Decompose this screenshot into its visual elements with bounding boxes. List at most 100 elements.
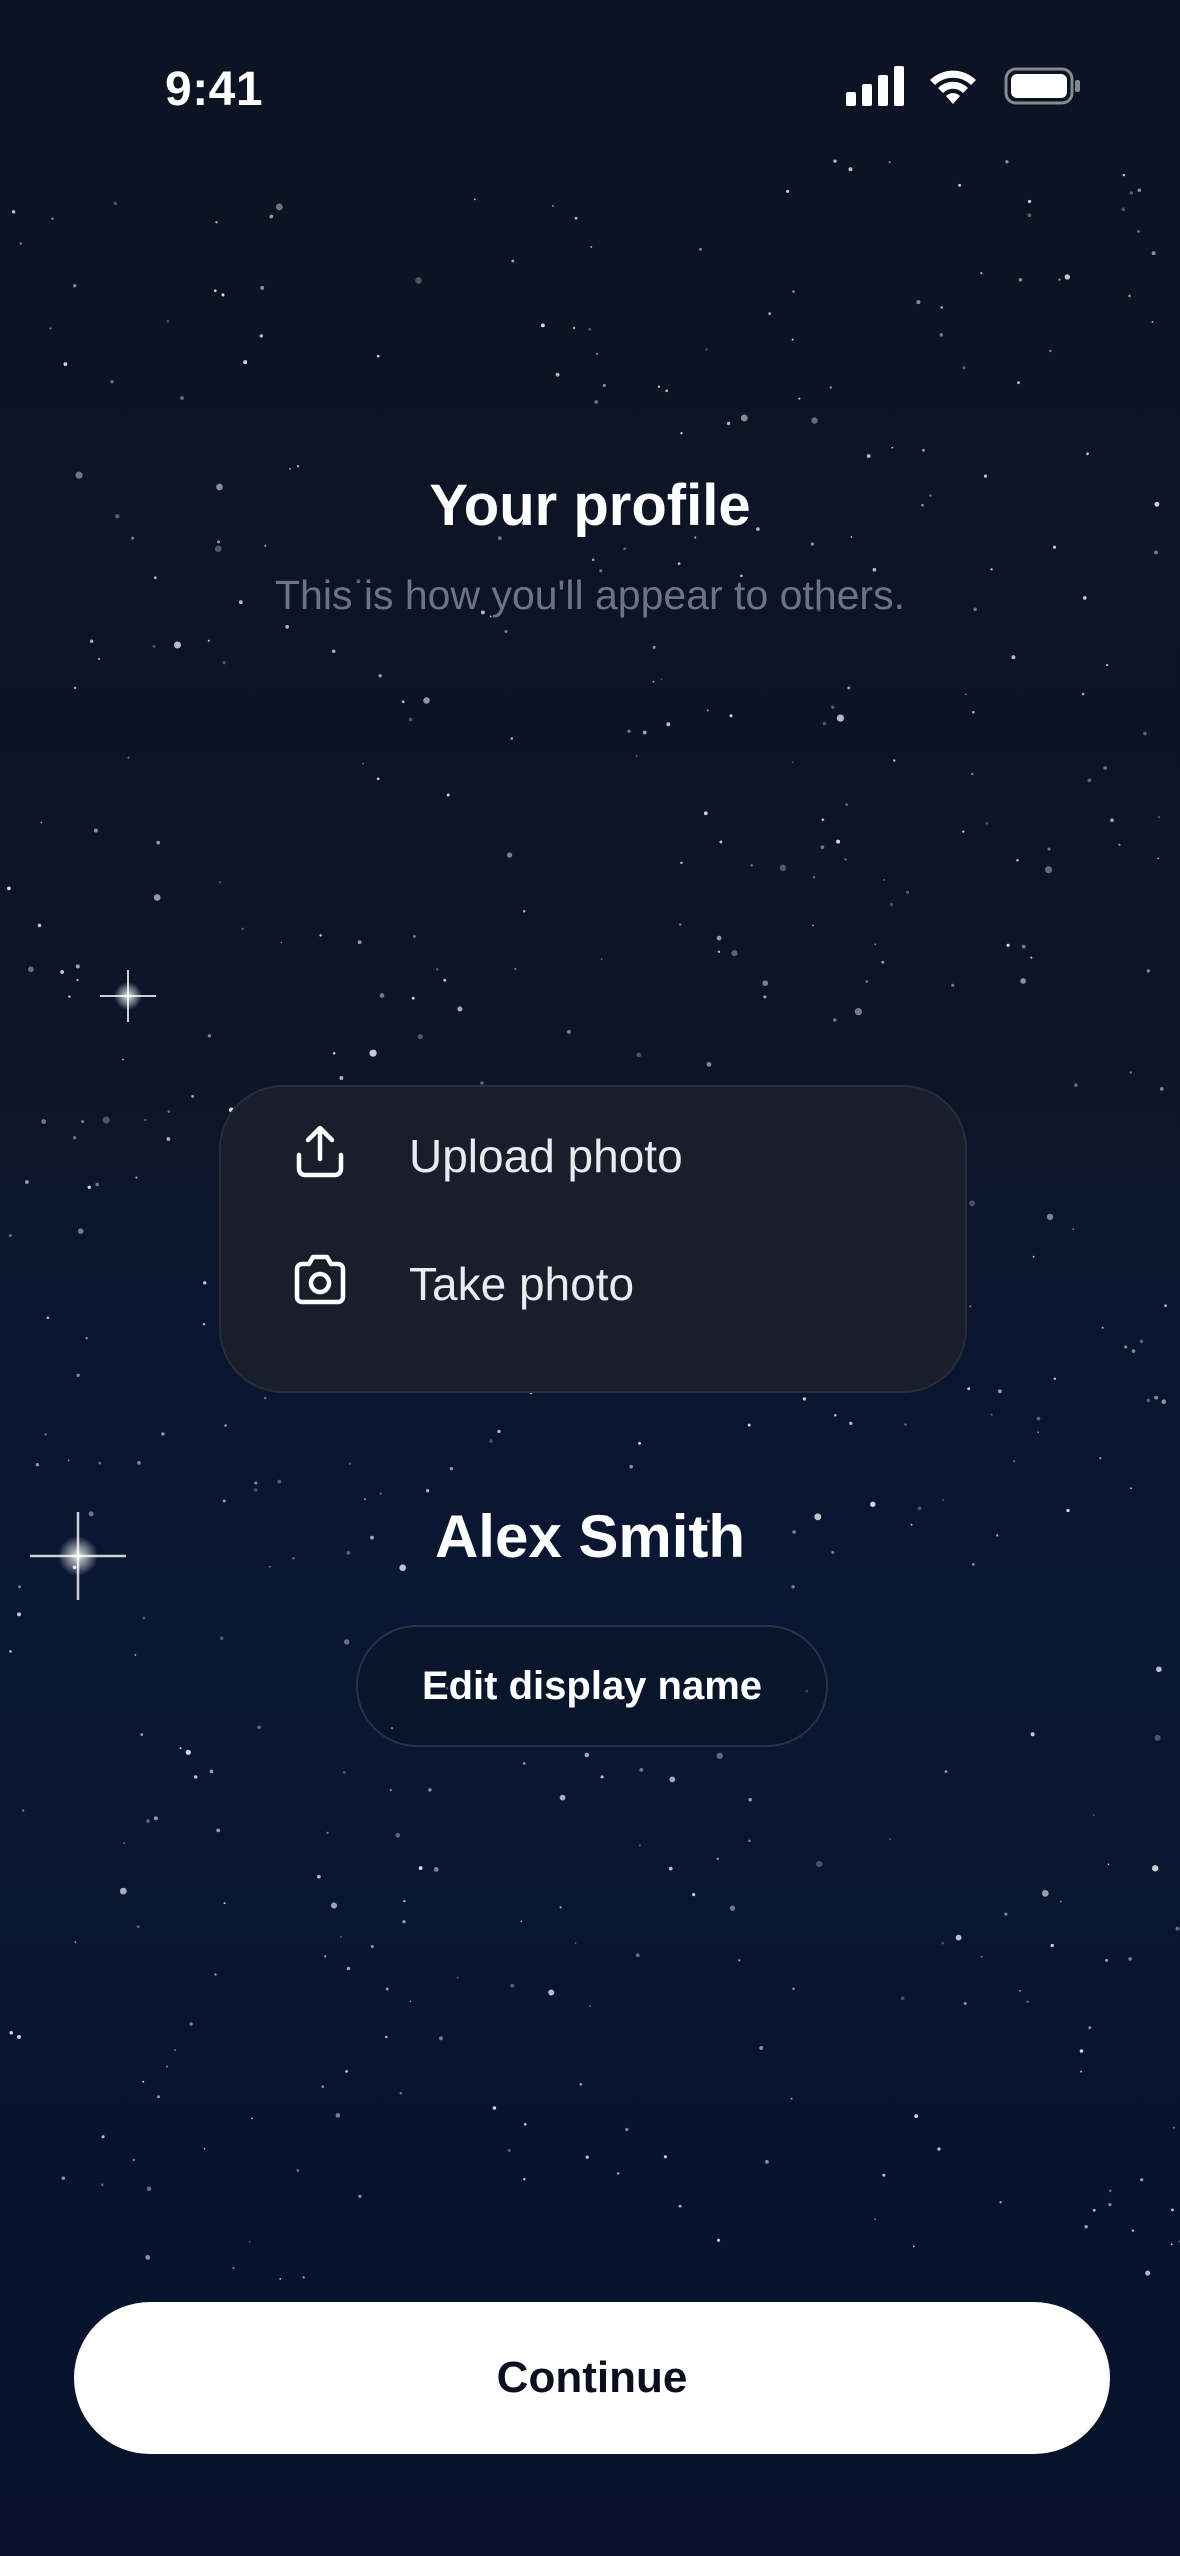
star	[786, 189, 790, 193]
status-time: 9:41	[165, 63, 264, 116]
star	[552, 205, 554, 207]
star	[668, 1866, 673, 1871]
star	[89, 639, 94, 643]
star	[409, 2000, 412, 2003]
star	[221, 293, 225, 297]
star	[1017, 381, 1020, 385]
star	[1037, 1431, 1040, 1434]
star	[339, 1076, 344, 1080]
edit-display-name-button[interactable]: Edit display name	[356, 1625, 828, 1747]
star	[585, 2155, 589, 2159]
star	[87, 1185, 92, 1190]
star	[344, 1639, 350, 1645]
star	[95, 1182, 99, 1187]
star	[969, 1200, 976, 1207]
star	[1128, 1957, 1132, 1961]
star	[849, 1421, 853, 1426]
star	[1030, 956, 1033, 959]
star	[816, 1860, 823, 1868]
display-name: Alex Smith	[434, 1503, 746, 1570]
star	[417, 1034, 423, 1040]
star	[11, 210, 16, 214]
star	[822, 721, 827, 726]
star	[202, 1322, 206, 1326]
star	[1157, 815, 1161, 819]
star	[1137, 188, 1142, 192]
star	[174, 2049, 176, 2051]
star	[207, 639, 210, 642]
star	[203, 2147, 206, 2150]
star	[1140, 2178, 1144, 2182]
star	[1050, 1943, 1054, 1948]
star	[68, 995, 71, 998]
star	[779, 864, 787, 872]
star	[997, 1389, 1002, 1394]
star	[652, 680, 655, 683]
star	[75, 964, 80, 969]
star	[279, 2278, 282, 2280]
star	[191, 1095, 194, 1098]
star	[232, 2266, 235, 2270]
star	[63, 362, 68, 366]
star	[401, 700, 405, 704]
upload-photo-option[interactable]: Upload photo	[291, 1107, 891, 1197]
star	[264, 1396, 267, 1400]
profile-setup-screen: 9:41 Your profile This is how you'll app…	[0, 0, 1180, 2556]
star	[750, 864, 753, 867]
star	[834, 1413, 837, 1417]
star	[1105, 1958, 1109, 1962]
star	[288, 467, 292, 471]
star	[1161, 1399, 1167, 1404]
star	[883, 878, 886, 881]
star	[73, 686, 77, 690]
star	[881, 960, 885, 964]
star	[81, 1119, 85, 1124]
star	[165, 2065, 168, 2068]
star	[35, 1463, 40, 1467]
star	[224, 1424, 227, 1427]
star	[912, 2245, 915, 2248]
star	[904, 1423, 907, 1426]
star	[370, 1944, 374, 1949]
star	[209, 1769, 214, 1774]
star	[137, 1461, 141, 1465]
star	[972, 710, 975, 714]
star	[1092, 1814, 1095, 1816]
star	[759, 2046, 764, 2050]
star	[1087, 778, 1092, 783]
star	[152, 644, 156, 648]
star	[1124, 1345, 1128, 1349]
star	[507, 2148, 511, 2153]
star	[243, 360, 248, 365]
star	[706, 1062, 712, 1067]
continue-button[interactable]: Continue	[74, 2302, 1110, 2454]
star	[680, 432, 683, 435]
star	[321, 2085, 325, 2088]
star	[408, 717, 413, 722]
star	[166, 1137, 171, 1141]
star	[102, 1116, 110, 1124]
star	[990, 568, 993, 571]
star	[1059, 1900, 1062, 1903]
star	[663, 2155, 667, 2159]
star	[958, 183, 962, 187]
star	[345, 2070, 348, 2073]
star	[821, 818, 825, 821]
star	[67, 1459, 70, 1462]
star	[937, 2147, 941, 2151]
star	[1046, 1213, 1054, 1221]
star	[600, 958, 603, 960]
star	[980, 271, 983, 275]
star	[520, 1920, 523, 1923]
star	[1072, 1228, 1075, 1231]
star	[326, 1831, 329, 1834]
star	[652, 645, 656, 649]
star	[1020, 978, 1026, 984]
take-photo-option[interactable]: Take photo	[291, 1235, 891, 1325]
star	[257, 1725, 261, 1729]
star	[944, 1770, 948, 1774]
star	[844, 858, 847, 861]
star	[638, 1844, 641, 1847]
star	[241, 927, 244, 930]
star	[1110, 818, 1114, 822]
